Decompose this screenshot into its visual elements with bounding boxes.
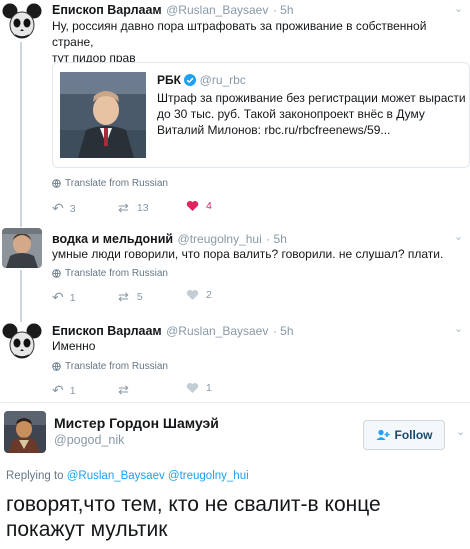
chevron-down-icon[interactable]: ⌄ bbox=[456, 425, 465, 438]
avatar[interactable] bbox=[2, 322, 42, 362]
heart-icon bbox=[186, 382, 199, 394]
reply-button[interactable]: ↶ 3 bbox=[52, 200, 76, 217]
author-handle[interactable]: @pogod_nik bbox=[54, 433, 124, 447]
like-button[interactable]: 1 bbox=[186, 382, 212, 394]
thread-line bbox=[20, 270, 22, 322]
replying-to: Replying to @Ruslan_Baysaev @treugolny_h… bbox=[6, 470, 249, 482]
retweet-button[interactable]: ⇄ bbox=[118, 382, 129, 398]
tweet-text: умные люди говорили, что пора валить? го… bbox=[52, 247, 444, 261]
heart-icon bbox=[186, 289, 199, 301]
thread-line bbox=[20, 42, 22, 227]
reply-icon: ↶ bbox=[52, 382, 64, 398]
chevron-down-icon[interactable]: ⌄ bbox=[454, 230, 463, 243]
retweet-button[interactable]: ⇄ 5 bbox=[118, 289, 143, 305]
translate-link[interactable]: Translate from Russian bbox=[52, 268, 168, 279]
verified-icon bbox=[184, 74, 197, 86]
replying-to-link[interactable]: @Ruslan_Baysaev @treugolny_hui bbox=[67, 470, 249, 482]
tweet-text: Ну, россиян давно пора штрафовать за про… bbox=[52, 19, 427, 65]
author-handle[interactable]: @Ruslan_Baysaev bbox=[166, 324, 268, 338]
heart-icon bbox=[186, 200, 199, 212]
follow-button[interactable]: Follow bbox=[363, 420, 445, 450]
like-button[interactable]: 2 bbox=[186, 289, 212, 301]
main-tweet-text: говорят,что тем, кто не свалит-в конце п… bbox=[6, 493, 381, 541]
author-handle[interactable]: @Ruslan_Baysaev bbox=[166, 3, 268, 17]
retweet-icon: ⇄ bbox=[118, 382, 129, 397]
avatar[interactable] bbox=[2, 2, 42, 42]
globe-icon bbox=[52, 362, 61, 371]
card-text: Штраф за проживание без регистрации може… bbox=[157, 91, 466, 137]
author-name[interactable]: водка и мельдоний bbox=[52, 232, 173, 246]
reply-icon: ↶ bbox=[52, 200, 64, 216]
avatar[interactable] bbox=[2, 228, 42, 268]
retweet-button[interactable]: ⇄ 13 bbox=[118, 200, 149, 216]
globe-icon bbox=[52, 179, 61, 188]
chevron-down-icon[interactable]: ⌄ bbox=[454, 322, 463, 335]
globe-icon bbox=[52, 269, 61, 278]
translate-link[interactable]: Translate from Russian bbox=[52, 361, 168, 372]
card-source-handle: @ru_rbc bbox=[199, 73, 246, 87]
timestamp[interactable]: · 5h bbox=[273, 324, 294, 338]
retweet-icon: ⇄ bbox=[118, 200, 129, 215]
author-name[interactable]: Епископ Варлаам bbox=[52, 324, 162, 338]
timestamp[interactable]: · 5h bbox=[273, 3, 294, 17]
add-user-icon bbox=[376, 429, 390, 441]
link-card[interactable]: РБК @ru_rbc Штраф за проживание без реги… bbox=[52, 62, 470, 168]
like-button[interactable]: 4 bbox=[186, 200, 212, 212]
reply-button[interactable]: ↶ 1 bbox=[52, 382, 76, 399]
retweet-icon: ⇄ bbox=[118, 289, 129, 304]
card-image bbox=[60, 72, 146, 158]
translate-link[interactable]: Translate from Russian bbox=[52, 178, 168, 189]
section-divider bbox=[0, 402, 470, 403]
avatar[interactable] bbox=[4, 411, 46, 453]
chevron-down-icon[interactable]: ⌄ bbox=[454, 2, 463, 15]
timestamp[interactable]: · 5h bbox=[266, 232, 287, 246]
card-source-name: РБК bbox=[157, 73, 181, 87]
author-handle[interactable]: @treugolny_hui bbox=[178, 232, 262, 246]
reply-button[interactable]: ↶ 1 bbox=[52, 289, 76, 306]
tweet-text: Именно bbox=[52, 339, 96, 353]
display-name[interactable]: Мистер Гордон Шамуэй bbox=[54, 415, 219, 431]
reply-icon: ↶ bbox=[52, 289, 64, 305]
author-name[interactable]: Епископ Варлаам bbox=[52, 3, 162, 17]
